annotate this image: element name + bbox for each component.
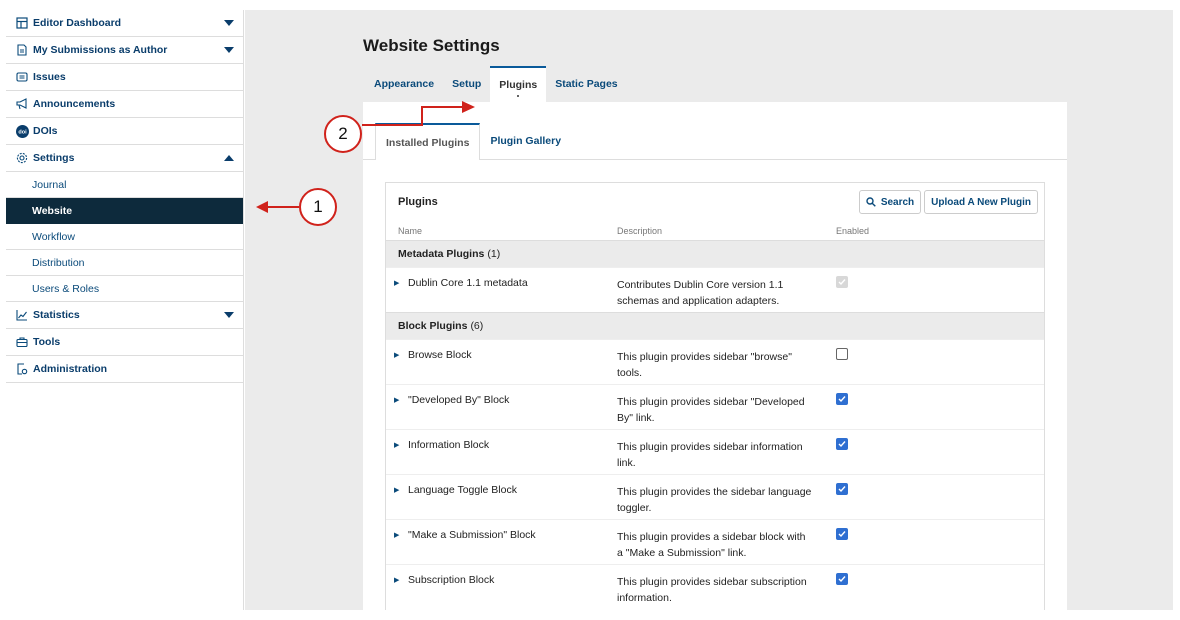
annotation-arrow-2 — [362, 106, 463, 126]
annotation-marker-1: 1 — [299, 188, 337, 226]
annotation-arrowhead-1 — [256, 201, 268, 213]
annotation-marker-2: 2 — [324, 115, 362, 153]
annotation-arrowhead-2 — [462, 101, 475, 113]
annotation-arrows — [256, 101, 475, 213]
